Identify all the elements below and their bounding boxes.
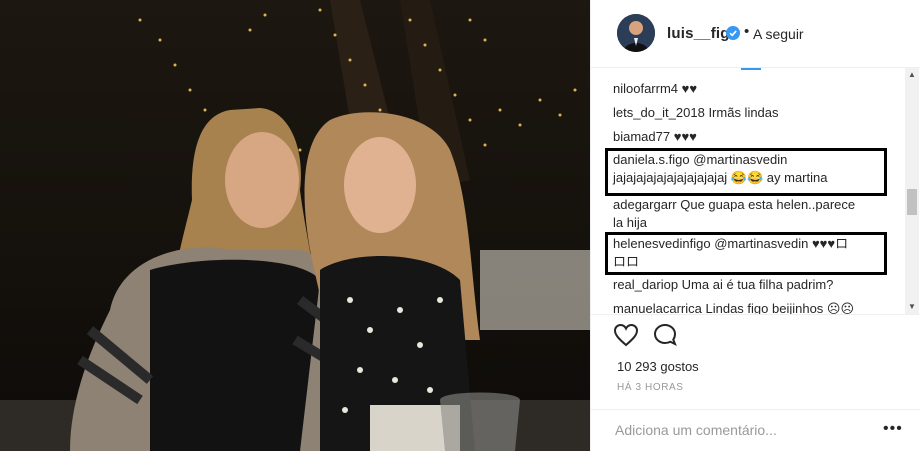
likes-count[interactable]: 10 293 gostos: [617, 359, 699, 374]
highlight-box: [605, 232, 887, 275]
add-comment-bar: Adiciona um comentário... •••: [591, 409, 920, 451]
comment: manuelacarrica Lindas figo beijinhos ☹☹: [613, 300, 854, 314]
scroll-up-arrow-icon[interactable]: ▲: [908, 70, 916, 79]
comment: niloofarrm4 ♥♥: [613, 80, 697, 98]
scroll-indicator-line: [741, 68, 761, 70]
scroll-down-arrow-icon[interactable]: ▼: [908, 302, 916, 311]
comment-user[interactable]: adegargarr: [613, 197, 677, 212]
post-time[interactable]: HÁ 3 HORAS: [617, 382, 684, 393]
comment: adegargarr Que guapa esta helen..parece …: [613, 196, 855, 232]
comment: lets_do_it_2018 Irmãs lindas: [613, 104, 779, 122]
separator-dot: •: [744, 23, 750, 40]
comment-text-line2: la hija: [613, 215, 647, 230]
scrollbar-thumb[interactable]: [907, 189, 917, 215]
avatar[interactable]: [617, 14, 655, 52]
post-header: luis__figo • A seguir: [591, 0, 920, 68]
comment-text: Irmãs lindas: [708, 105, 779, 120]
comment-text: ♥♥: [681, 81, 698, 96]
comments-scrollbar[interactable]: ▲ ▼: [905, 68, 919, 314]
photo-illustration: [0, 0, 590, 451]
following-button[interactable]: A seguir: [753, 26, 804, 42]
comment-text: Lindas figo beijinhos ☹☹: [705, 301, 855, 314]
comment: biamad77 ♥♥♥: [613, 128, 697, 146]
post-photo: [0, 0, 590, 451]
verified-badge-icon: [726, 26, 740, 40]
comment-text: Uma ai é tua filha padrim?: [681, 277, 834, 292]
avatar-image: [617, 14, 655, 52]
comment-icon[interactable]: [653, 323, 679, 347]
add-comment-input[interactable]: Adiciona um comentário...: [615, 422, 777, 438]
action-bar: [591, 314, 920, 347]
comment-user[interactable]: lets_do_it_2018: [613, 105, 705, 120]
comment-text: ♥♥♥: [673, 129, 697, 144]
more-options-icon[interactable]: •••: [883, 420, 903, 438]
comment: real_dariop Uma ai é tua filha padrim?: [613, 276, 833, 294]
heart-icon[interactable]: [613, 323, 639, 347]
comment-user[interactable]: manuelacarrica: [613, 301, 702, 314]
post-side-panel: luis__figo • A seguir niloofarrm4 ♥♥ let…: [590, 0, 920, 451]
highlight-box: [605, 148, 887, 196]
comments-list[interactable]: niloofarrm4 ♥♥ lets_do_it_2018 Irmãs lin…: [591, 68, 904, 314]
comment-user[interactable]: niloofarrm4: [613, 81, 678, 96]
comment-user[interactable]: real_dariop: [613, 277, 678, 292]
comment-user[interactable]: biamad77: [613, 129, 670, 144]
comment-text: Que guapa esta helen..parece: [680, 197, 856, 212]
